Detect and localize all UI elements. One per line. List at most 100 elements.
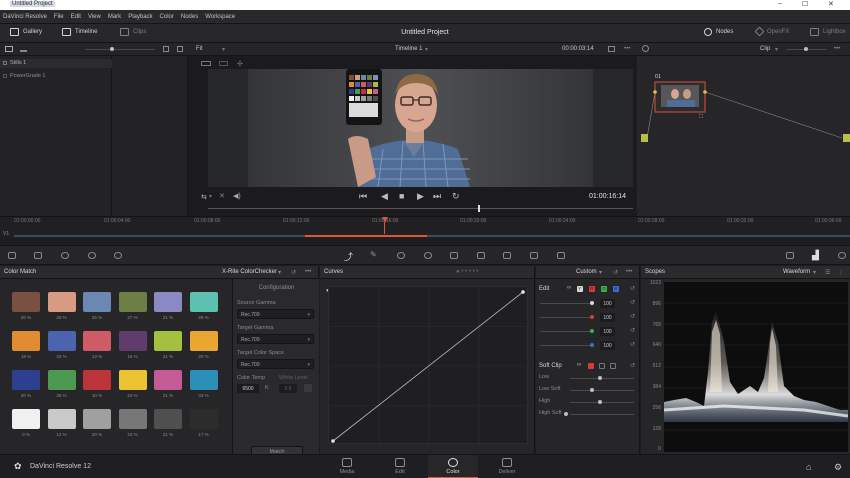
stop-icon[interactable]: ■ [399, 191, 404, 201]
page-edit[interactable]: Edit [375, 458, 425, 475]
color-temp-input[interactable]: 6500 [237, 384, 259, 393]
loop-icon[interactable]: ⇆ [201, 193, 207, 201]
color-swatch[interactable] [154, 370, 182, 390]
video-frame[interactable] [208, 69, 633, 187]
soft-clip-slider[interactable] [570, 390, 634, 391]
clip-mode-dropdown[interactable]: Clip [760, 46, 770, 52]
audio-icon[interactable]: ◀) [233, 192, 241, 200]
sizing-icon[interactable] [503, 252, 511, 259]
soft-clip-b-chip[interactable] [610, 363, 616, 369]
channel-intensity-slider[interactable] [540, 317, 592, 318]
grid-view-icon[interactable] [163, 46, 169, 52]
target-space-dropdown[interactable]: Rec.709 ▾ [237, 359, 314, 369]
page-color[interactable]: Color [428, 455, 478, 478]
soft-clip-g-chip[interactable] [599, 363, 605, 369]
reset-channel-icon[interactable]: ↺ [630, 299, 635, 306]
channel-intensity-slider[interactable] [540, 345, 592, 346]
mini-timeline[interactable]: 01:00:00:00 01:00:04:00 01:00:08:00 01:0… [0, 216, 850, 238]
soft-clip-knob[interactable] [598, 400, 602, 404]
channel-chip-r[interactable]: R [589, 286, 595, 292]
color-wheels-icon[interactable] [61, 252, 69, 259]
window-icon[interactable] [397, 252, 405, 259]
channel-chip-y[interactable]: Y [577, 286, 583, 292]
transform-icon[interactable]: ✣ [237, 60, 243, 68]
color-swatch[interactable] [118, 331, 147, 351]
node-output[interactable] [843, 134, 850, 142]
channel-chip-g[interactable]: G [601, 286, 607, 292]
rgb-mixer-icon[interactable] [88, 252, 96, 259]
tracker-icon[interactable] [424, 252, 432, 259]
color-swatch[interactable] [154, 331, 182, 351]
blur-icon[interactable] [450, 252, 458, 259]
reset-icon[interactable]: ↺ [291, 269, 296, 276]
loop-playback-icon[interactable]: ↻ [452, 191, 460, 202]
menu-view[interactable]: View [88, 14, 101, 20]
channel-chip-b[interactable]: B [613, 286, 619, 292]
soft-clip-slider[interactable] [570, 402, 634, 403]
soft-clip-slider[interactable] [570, 378, 634, 379]
curve-point-black[interactable] [331, 439, 335, 443]
thumbnail-size-slider[interactable] [85, 47, 155, 51]
node-editor[interactable]: 01 ⛶ [637, 56, 850, 216]
color-swatch[interactable] [12, 370, 40, 390]
curves-mode-dropdown[interactable]: Custom [576, 269, 597, 275]
curves-icon[interactable]: ⤴ [344, 250, 353, 263]
link-icon[interactable]: ∞ [567, 285, 571, 291]
scope-settings-icon[interactable] [838, 252, 846, 259]
3d-icon[interactable] [530, 252, 538, 259]
menu-edit[interactable]: Edit [71, 14, 81, 20]
scopes-icon[interactable]: ▟ [812, 250, 819, 261]
source-input[interactable] [641, 134, 648, 142]
menu-workspace[interactable]: Workspace [205, 14, 235, 20]
curve-point-white[interactable] [521, 290, 525, 294]
go-to-end-icon[interactable]: ⏭ [433, 191, 441, 202]
soft-clip-knob[interactable] [590, 388, 594, 392]
color-swatch[interactable] [12, 409, 40, 429]
panel-options-icon[interactable]: ••• [305, 269, 311, 275]
color-swatch[interactable] [83, 292, 111, 312]
bypass-icon[interactable] [642, 45, 649, 52]
color-swatch[interactable] [47, 292, 76, 312]
color-swatch[interactable] [12, 331, 40, 351]
current-clip-bar[interactable] [305, 235, 427, 237]
home-icon[interactable]: ⌂ [806, 462, 811, 472]
reset-channel-icon[interactable]: ↺ [630, 327, 635, 334]
settings-gear-icon[interactable]: ⚙ [834, 462, 842, 473]
layout-icon[interactable] [5, 46, 13, 52]
menu-nodes[interactable]: Nodes [181, 14, 198, 20]
scope-options-icon[interactable]: ⋮ [838, 269, 844, 276]
color-swatch[interactable] [189, 370, 218, 390]
scope-layout-icon[interactable]: ☰ [825, 269, 830, 276]
zoom-dropdown[interactable]: Fit [196, 46, 203, 52]
menu-playback[interactable]: Playback [128, 14, 152, 20]
soft-clip-knob[interactable] [564, 412, 568, 416]
viewer-scrubber[interactable] [208, 205, 633, 212]
reset-channel-icon[interactable]: ↺ [630, 313, 635, 320]
page-deliver[interactable]: Deliver [482, 458, 532, 475]
link-icon[interactable]: ∞ [577, 362, 581, 368]
play-icon[interactable]: ▶ [417, 191, 424, 202]
channel-intensity-slider[interactable] [540, 303, 592, 304]
color-swatch[interactable] [47, 409, 76, 429]
camera-raw-icon[interactable] [8, 252, 16, 259]
soft-clip-r-chip[interactable] [588, 363, 594, 369]
chevron-down-icon[interactable]: ▾ [209, 193, 212, 200]
soft-clip-slider[interactable] [570, 414, 634, 415]
keyframes-icon[interactable] [557, 252, 565, 259]
menu-file[interactable]: File [54, 14, 64, 20]
track-clip-bar[interactable] [14, 235, 850, 237]
panel-options-icon[interactable]: ••• [626, 269, 632, 275]
color-swatch[interactable] [154, 292, 182, 312]
channel-intensity-input[interactable]: 100 [600, 327, 615, 336]
info-icon[interactable] [786, 252, 794, 259]
target-gamma-dropdown[interactable]: Rec.709 ▾ [237, 334, 314, 344]
minimize-button[interactable]: – [778, 0, 782, 7]
color-swatch[interactable] [83, 409, 111, 429]
menu-davinci-resolve[interactable]: DaVinci Resolve [3, 14, 47, 20]
reset-channel-icon[interactable]: ↺ [630, 341, 635, 348]
close-icon[interactable]: ✕ [219, 192, 225, 200]
channel-intensity-input[interactable]: 100 [600, 299, 615, 308]
color-swatch[interactable] [118, 409, 147, 429]
fullscreen-icon[interactable] [177, 46, 183, 52]
gallery-item-powergrade[interactable]: PowerGrade 1 [10, 73, 45, 79]
